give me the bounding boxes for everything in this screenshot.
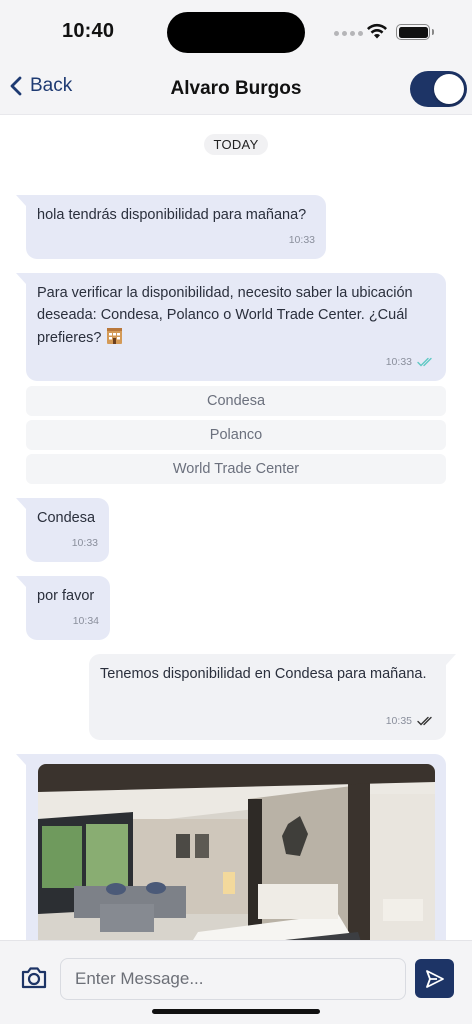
wifi-icon [367,23,387,39]
message-time: 10:34 [72,615,99,627]
status-bar: 10:40 [0,0,472,64]
quick-reply-world-trade-center[interactable]: World Trade Center [26,454,446,484]
bot-toggle[interactable] [410,71,467,107]
signal-icon [334,31,363,36]
message-text: hola tendrás disponibilidad para mañana? [37,207,307,223]
message-incoming: por favor 10:34 [16,576,110,640]
camera-icon[interactable] [20,965,48,990]
status-time: 10:40 [62,20,115,42]
home-indicator [152,1009,320,1014]
nav-bar: Back Alvaro Burgos [0,64,472,115]
battery-icon [396,24,434,40]
message-text: Para verificar la disponibilidad, necesi… [37,285,413,346]
toggle-knob [434,74,464,104]
quick-reply-condesa[interactable]: Condesa [26,386,446,416]
page-title: Alvaro Burgos [170,78,302,99]
message-time: 10:33 [385,356,412,368]
message-text: por favor [37,588,95,604]
double-check-icon [417,357,432,367]
dynamic-island [167,12,305,53]
send-button[interactable] [415,959,454,998]
message-time: 10:33 [288,234,315,246]
message-text: Tenemos disponibilidad en Condesa para m… [100,666,427,682]
message-incoming: Condesa 10:33 [16,498,109,562]
message-text: Condesa [37,510,96,526]
date-separator: TODAY [204,134,268,155]
hotel-room-photo[interactable] [38,764,435,940]
chat-area[interactable]: TODAY hola tendrás disponibilidad para m… [0,116,472,940]
message-time: 10:33 [71,537,98,549]
double-check-icon [417,716,432,726]
quick-reply-polanco[interactable]: Polanco [26,420,446,450]
message-outgoing: Tenemos disponibilidad en Condesa para m… [89,654,456,740]
message-input[interactable] [60,958,406,1000]
hotel-icon [107,328,123,344]
message-incoming: hola tendrás disponibilidad para mañana?… [16,195,326,259]
message-time: 10:35 [385,715,412,727]
send-icon [425,969,444,988]
message-incoming: Para verificar la disponibilidad, necesi… [16,273,446,381]
